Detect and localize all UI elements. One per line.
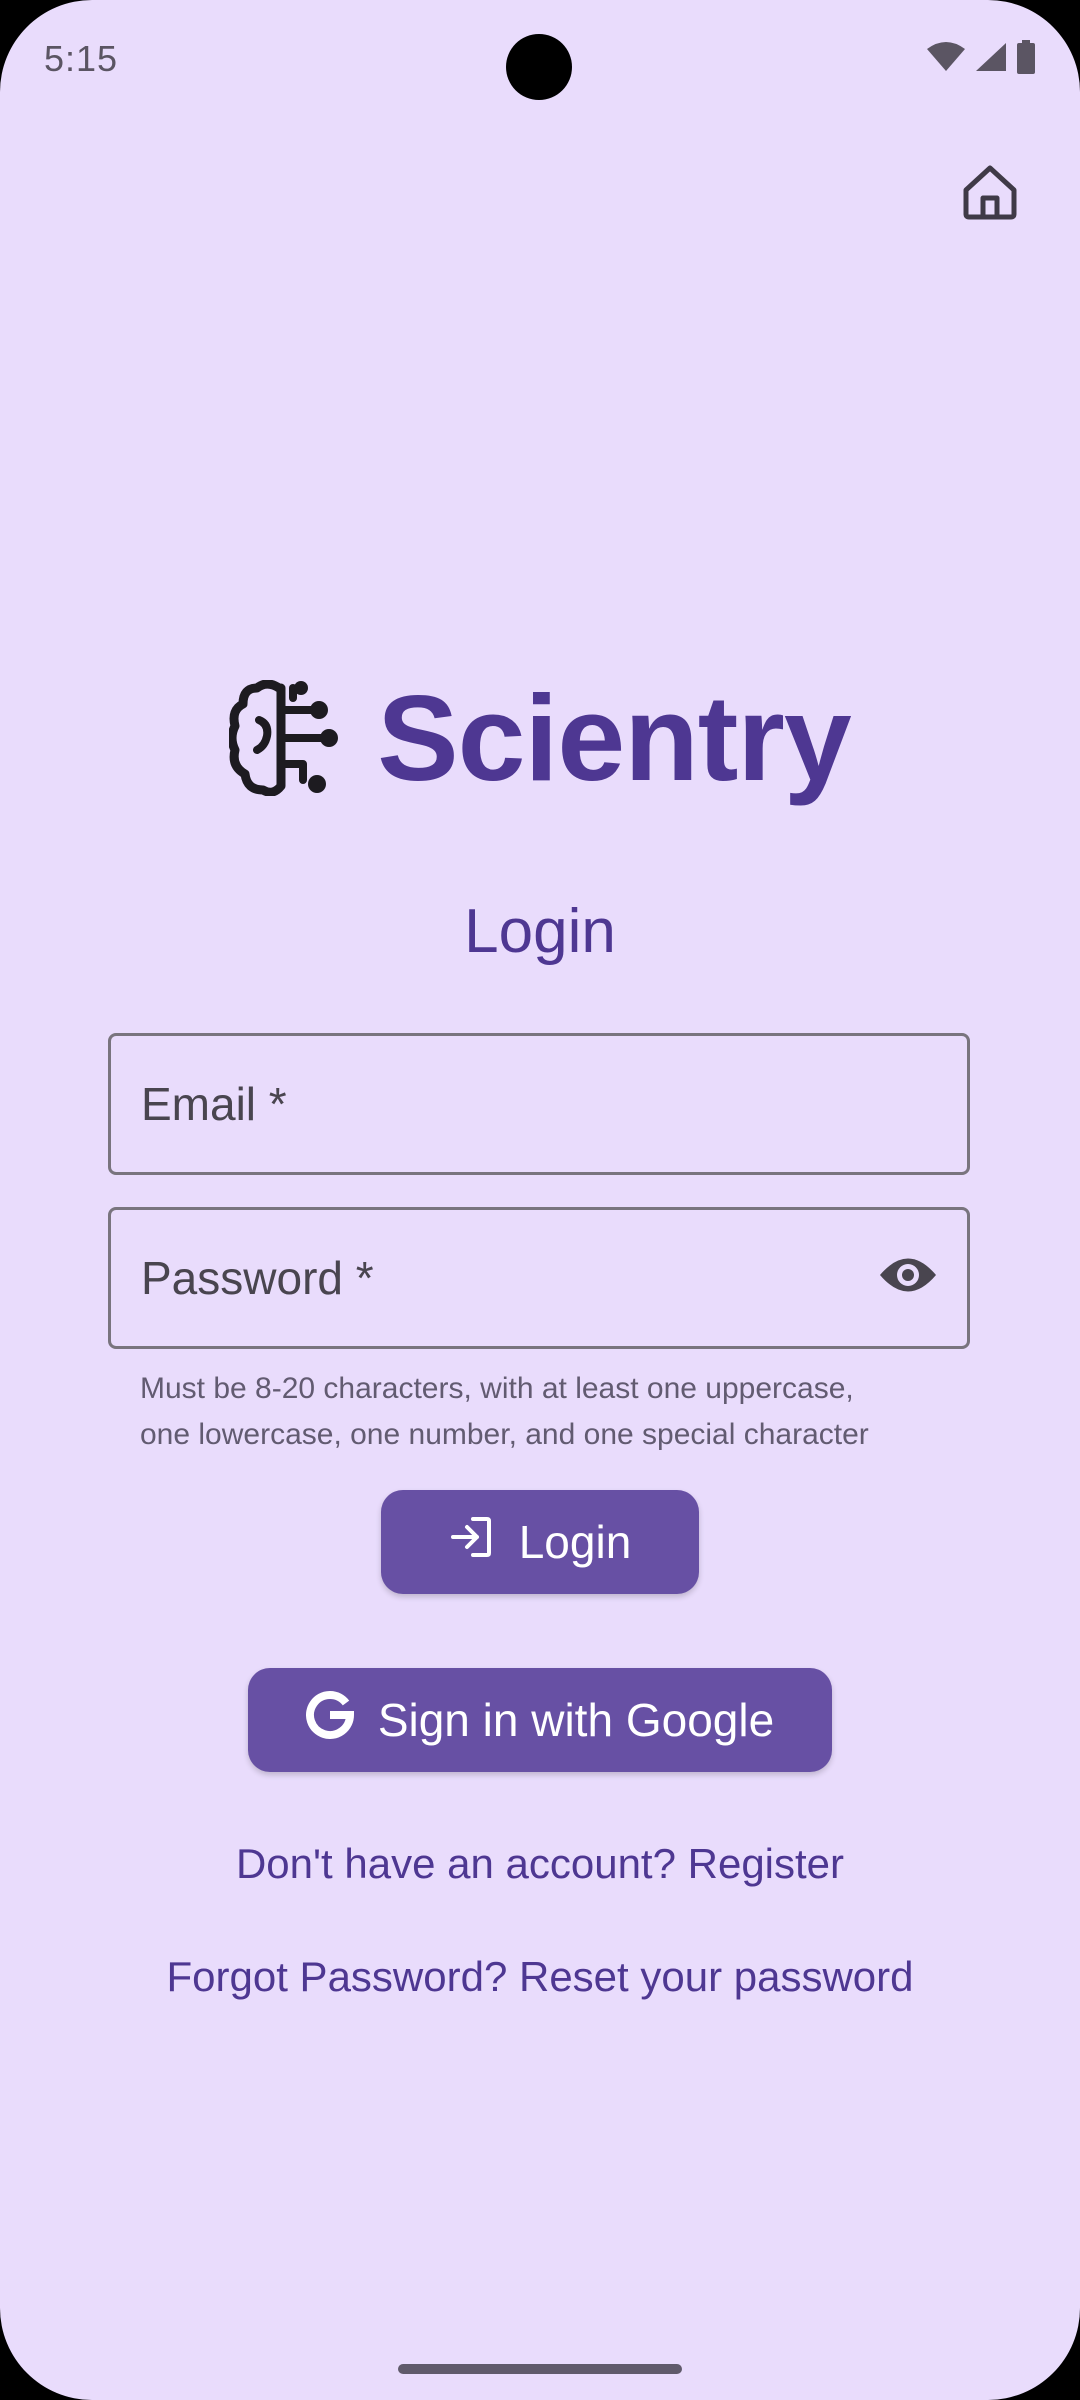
login-screen: 5:15 Scientry Login Email * Must be 8-20… xyxy=(0,0,1080,2400)
battery-icon xyxy=(1016,40,1036,79)
email-field[interactable] xyxy=(108,1033,970,1175)
password-field[interactable] xyxy=(108,1207,970,1349)
login-button-label: Login xyxy=(518,1516,632,1568)
google-signin-button[interactable]: Sign in with Google xyxy=(248,1668,832,1772)
register-link[interactable]: Don't have an account? Register xyxy=(0,1840,1080,1888)
brain-circuit-icon xyxy=(227,679,341,801)
status-icons xyxy=(926,40,1036,79)
password-input[interactable] xyxy=(141,1210,861,1346)
signal-icon xyxy=(974,41,1008,78)
page-title: Login xyxy=(464,897,616,966)
helper-line-2: one lowercase, one number, and one speci… xyxy=(140,1418,869,1451)
brand-header: Scientry xyxy=(0,669,1080,806)
brand-name: Scientry xyxy=(377,669,851,806)
eye-icon xyxy=(878,1254,938,1301)
status-time: 5:15 xyxy=(44,38,119,79)
google-icon xyxy=(305,1690,354,1750)
login-icon xyxy=(449,1515,493,1570)
show-password-toggle[interactable] xyxy=(875,1244,941,1310)
reset-password-link[interactable]: Forgot Password? Reset your password xyxy=(0,1953,1080,2001)
camera-cutout xyxy=(506,34,572,100)
home-icon xyxy=(960,162,1020,227)
wifi-icon xyxy=(926,41,966,78)
email-input[interactable] xyxy=(141,1036,861,1172)
home-button[interactable] xyxy=(950,158,1030,230)
helper-line-1: Must be 8-20 characters, with at least o… xyxy=(140,1372,854,1405)
password-helper-text: Must be 8-20 characters, with at least o… xyxy=(140,1366,960,1458)
login-button[interactable]: Login xyxy=(381,1490,699,1594)
google-button-label: Sign in with Google xyxy=(377,1694,775,1746)
gesture-nav-handle[interactable] xyxy=(398,2364,682,2374)
